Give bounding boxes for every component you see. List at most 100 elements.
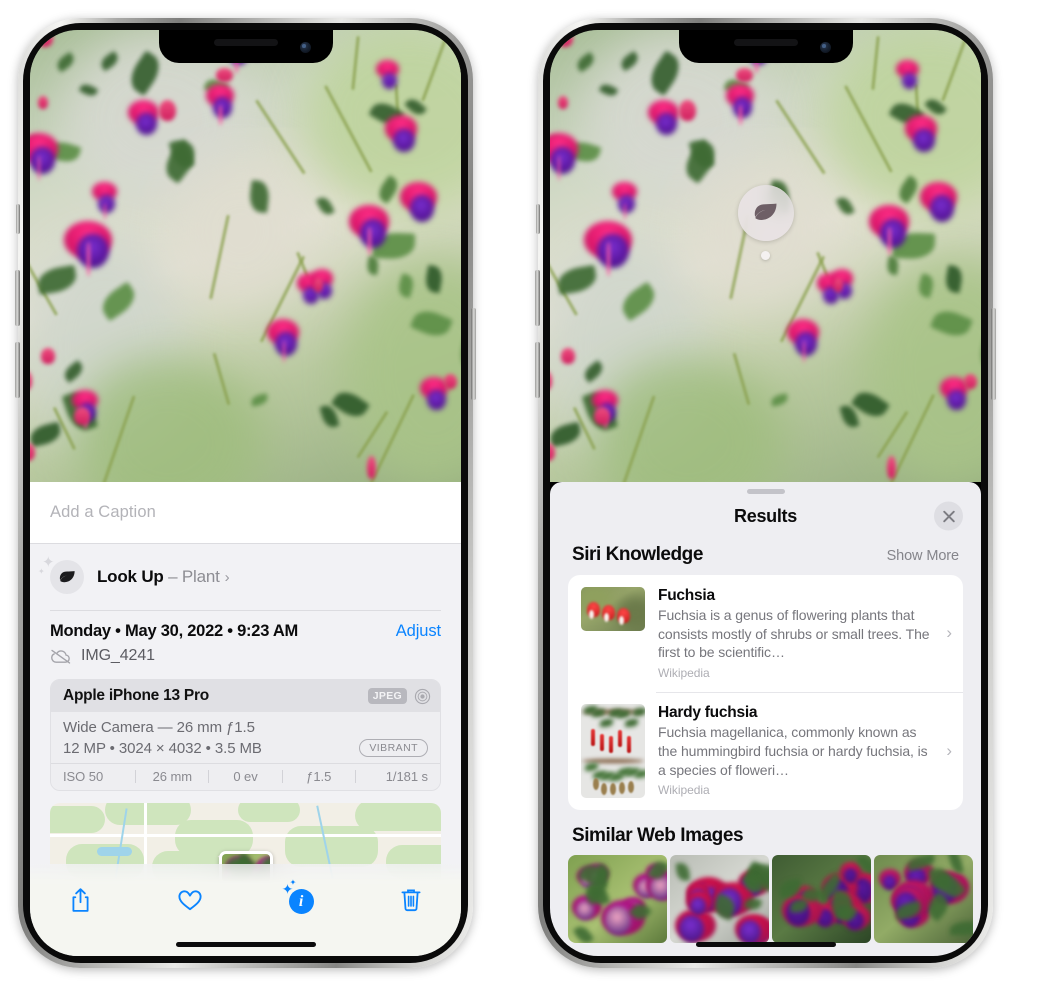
camera-badges: JPEG	[367, 688, 431, 705]
home-indicator-right[interactable]	[695, 942, 836, 947]
info-button[interactable]: ✦ ✦ i	[281, 878, 321, 920]
power-button-right[interactable]	[991, 308, 996, 400]
web-image-4[interactable]	[874, 855, 973, 944]
entry-description: Fuchsia magellanica, commonly known as t…	[658, 724, 928, 778]
row-divider	[50, 609, 441, 610]
chevron-right-icon: ›	[224, 569, 230, 586]
photo-info-sheet: Add a Caption ✦ ✦ Look Up – Plant › Mond…	[30, 482, 461, 956]
knowledge-entry[interactable]: Hardy fuchsia Fuchsia magellanica, commo…	[568, 692, 963, 810]
exif-row: ISO 50 26 mm 0 ev ƒ1.5 1/181 s	[51, 763, 440, 790]
exif-focal: 26 mm	[152, 769, 193, 784]
favorite-button[interactable]	[170, 880, 210, 920]
heart-icon	[178, 890, 202, 911]
caption-placeholder: Add a Caption	[50, 503, 156, 521]
look-up-text: Look Up – Plant ›	[97, 567, 230, 587]
volume-up-button-right[interactable]	[535, 270, 540, 326]
web-image-1[interactable]	[568, 855, 667, 944]
photo-filename: IMG_4241	[81, 647, 155, 664]
look-up-subject: Plant	[181, 567, 220, 586]
screen-right: Results Siri Knowledge Show More Fuchsia…	[550, 30, 981, 956]
look-up-separator: –	[163, 567, 182, 586]
trash-icon	[401, 889, 421, 912]
chevron-right-icon: ›	[946, 741, 952, 761]
earpiece-speaker-right	[733, 39, 798, 46]
fuchsia-photo-left	[30, 30, 461, 482]
entry-thumbnail	[581, 587, 645, 631]
photographic-style-badge: VIBRANT	[359, 739, 428, 757]
exif-iso: ISO 50	[63, 769, 104, 784]
capture-date: Monday • May 30, 2022 • 9:23 AM	[50, 622, 299, 640]
aperture-icon	[414, 688, 431, 704]
results-header: Results	[550, 494, 981, 538]
silent-switch-left[interactable]	[16, 204, 20, 234]
siri-knowledge-header: Siri Knowledge Show More	[550, 538, 981, 575]
caption-field[interactable]: Add a Caption	[30, 482, 461, 544]
share-button[interactable]	[60, 880, 100, 920]
web-image-2[interactable]	[670, 855, 769, 944]
front-camera-right	[819, 42, 831, 53]
volume-down-button-right[interactable]	[535, 342, 540, 398]
sparkle-small-icon: ✦	[38, 567, 45, 576]
earpiece-speaker-left	[213, 39, 278, 46]
filename-row: IMG_4241	[50, 647, 441, 665]
web-images-strip[interactable]	[550, 855, 981, 944]
power-button-left[interactable]	[471, 308, 476, 400]
knowledge-entry[interactable]: Fuchsia Fuchsia is a genus of flowering …	[568, 575, 963, 692]
entry-text: Fuchsia Fuchsia is a genus of flowering …	[645, 587, 944, 680]
web-image-3[interactable]	[772, 855, 871, 944]
similar-web-images-title: Similar Web Images	[572, 825, 744, 847]
iphone-left: Add a Caption ✦ ✦ Look Up – Plant › Mond…	[15, 18, 476, 968]
entry-title: Hardy fuchsia	[658, 704, 758, 722]
similar-web-images-header: Similar Web Images	[550, 810, 981, 855]
camera-model: Apple iPhone 13 Pro	[63, 687, 209, 704]
format-badge: JPEG	[367, 688, 407, 704]
notch-right	[678, 30, 853, 63]
front-camera-left	[299, 42, 311, 53]
metadata-block: Monday • May 30, 2022 • 9:23 AM Adjust I…	[30, 610, 461, 665]
close-button[interactable]	[934, 501, 963, 531]
visual-lookup-badge[interactable]	[737, 185, 794, 260]
leaf-icon	[754, 203, 776, 220]
screenshot-stage: Add a Caption ✦ ✦ Look Up – Plant › Mond…	[0, 0, 1055, 985]
entry-source: Wikipedia	[658, 665, 710, 680]
home-indicator-left[interactable]	[175, 942, 316, 947]
camera-info-card[interactable]: Apple iPhone 13 Pro JPEG Wide Camera — 2…	[50, 679, 441, 791]
info-glyph: i	[288, 889, 314, 914]
volume-up-button-left[interactable]	[15, 270, 20, 326]
delete-button[interactable]	[391, 880, 431, 920]
visual-lookup-circle	[737, 185, 794, 241]
visual-lookup-pointer-dot	[761, 251, 770, 260]
exif-ev: 0 ev	[233, 769, 258, 784]
specs-row: 12 MP • 3024 × 4032 • 3.5 MB VIBRANT	[63, 739, 428, 757]
lens-info: Wide Camera — 26 mm ƒ1.5	[63, 719, 255, 736]
entry-thumbnail	[581, 704, 645, 799]
image-specs: 12 MP • 3024 × 4032 • 3.5 MB	[63, 739, 262, 757]
entry-description: Fuchsia is a genus of flowering plants t…	[658, 607, 930, 661]
exif-shutter: 1/181 s	[385, 769, 429, 784]
silent-switch-right[interactable]	[536, 204, 540, 234]
entry-text: Hardy fuchsia Fuchsia magellanica, commo…	[645, 704, 944, 797]
icloud-slash-icon	[51, 649, 71, 664]
look-up-icon-wrap: ✦ ✦	[38, 555, 84, 594]
siri-knowledge-title: Siri Knowledge	[572, 544, 703, 565]
volume-down-button-left[interactable]	[15, 342, 20, 398]
photo-viewer-left[interactable]	[30, 30, 461, 482]
results-sheet: Results Siri Knowledge Show More Fuchsia…	[550, 482, 981, 956]
notch-left	[158, 30, 333, 63]
date-row: Monday • May 30, 2022 • 9:23 AM Adjust	[50, 622, 441, 641]
entry-title: Fuchsia	[658, 587, 715, 604]
look-up-row[interactable]: ✦ ✦ Look Up – Plant ›	[30, 544, 461, 610]
show-more-button[interactable]: Show More	[887, 548, 960, 564]
adjust-button[interactable]: Adjust	[396, 622, 441, 641]
entry-source: Wikipedia	[658, 783, 710, 798]
results-title: Results	[734, 505, 797, 526]
info-sparkle-small-icon: ✦	[289, 878, 297, 887]
share-icon	[71, 887, 89, 912]
camera-card-header: Apple iPhone 13 Pro JPEG	[51, 680, 440, 712]
camera-card-body: Wide Camera — 26 mm ƒ1.5 12 MP • 3024 × …	[51, 712, 440, 763]
screen-left: Add a Caption ✦ ✦ Look Up – Plant › Mond…	[30, 30, 461, 956]
iphone-right: Results Siri Knowledge Show More Fuchsia…	[535, 18, 996, 968]
exif-aperture: ƒ1.5	[306, 769, 332, 784]
close-icon	[942, 510, 955, 522]
look-up-label: Look Up	[97, 567, 164, 586]
